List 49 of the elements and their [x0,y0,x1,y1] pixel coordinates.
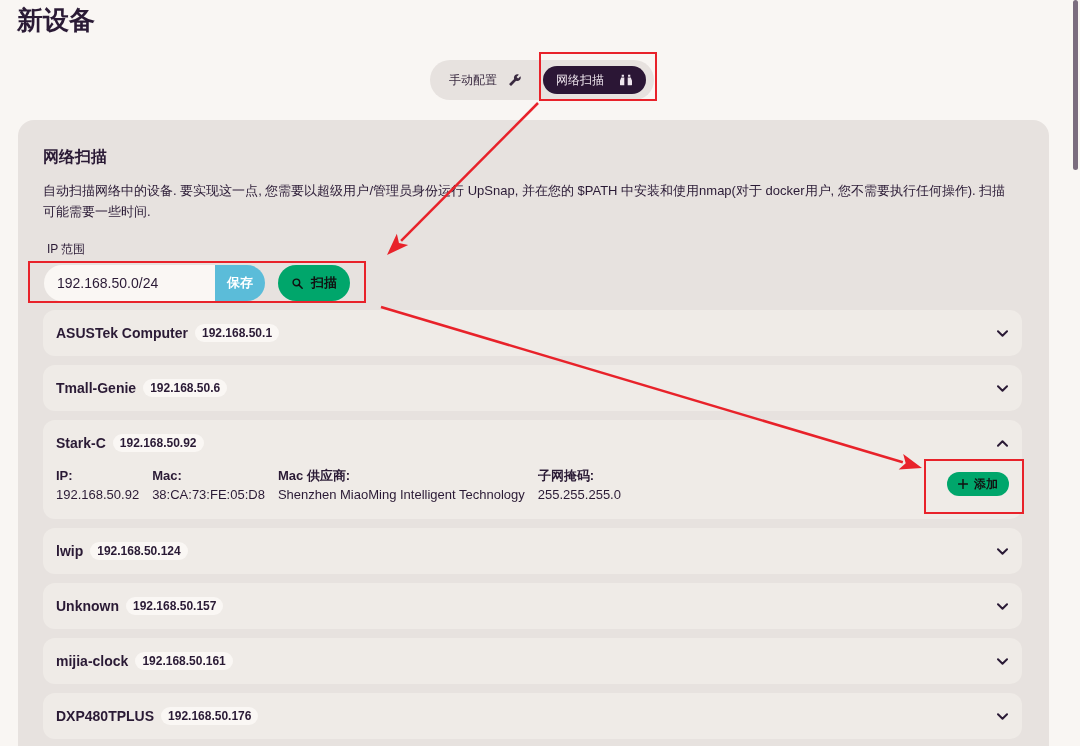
wrench-icon [509,74,521,86]
detail-label: Mac 供应商: [277,467,352,485]
chevron-down-icon[interactable] [997,657,1008,665]
scrollbar-thumb[interactable] [1073,0,1078,170]
ip-address-tag: 192.168.50.1 [195,324,280,342]
device-name: DXP480TPLUS [56,708,155,724]
chevron-down-icon[interactable] [997,384,1008,392]
detail-value: 192.168.50.92 [56,486,140,504]
device-name: mijia-clock [56,653,129,669]
ip-address-tag: 192.168.50.161 [135,652,233,670]
chevron-down-icon[interactable] [997,712,1008,720]
detail-value: Shenzhen MiaoMing Intelligent Technology [277,486,525,504]
ip-range-field[interactable]: 192.168.50.0/24 [44,265,215,301]
chevron-up-icon[interactable] [997,439,1008,447]
add-button[interactable]: 添加 [947,472,1009,496]
device-name: Tmall-Genie [56,380,137,396]
device-item[interactable]: Stark-C 192.168.50.92 IP: 192.168.50.92 Mac: 38:CA:73:FE:05:D8 Mac 供应商: Shenzhen MiaoMing Intelligent Technology 子网掩码: 255.255.255.0 添加 [43,420,1022,519]
search-icon [292,277,303,289]
scan-button[interactable]: 扫描 [278,265,350,301]
detail-label: 子网掩码: [537,467,596,485]
device-item[interactable]: Tmall-Genie 192.168.50.6 [43,365,1022,411]
mode-tab[interactable]: 手动配置 [436,66,529,94]
ip-address-tag: 192.168.50.124 [90,542,188,560]
panel-title: 网络扫描 [43,147,108,167]
mode-tab[interactable]: 网络扫描 [543,66,646,94]
ip-address-tag: 192.168.50.176 [161,707,259,725]
plus-icon [958,479,968,489]
device-name: ASUSTek Computer [56,325,188,341]
device-name: Stark-C [56,435,106,451]
field-label: IP 范围 [47,241,86,257]
chevron-down-icon[interactable] [997,602,1008,610]
device-item[interactable]: DXP480TPLUS 192.168.50.176 [43,693,1022,739]
ip-address-tag: 192.168.50.6 [143,379,228,397]
detail-value: 255.255.255.0 [537,486,621,504]
binoculars-icon [620,74,632,86]
chevron-down-icon[interactable] [997,329,1008,337]
chevron-down-icon[interactable] [997,547,1008,555]
page-title: 新设备 [16,4,96,36]
detail-label: IP: [56,467,74,485]
device-item[interactable]: mijia-clock 192.168.50.161 [43,638,1022,684]
device-name: Unknown [56,598,119,614]
device-item[interactable]: ASUSTek Computer 192.168.50.1 [43,310,1022,356]
detail-label: Mac: [152,467,183,485]
ip-address-tag: 192.168.50.157 [126,597,224,615]
device-name: lwip [56,543,84,559]
ip-address-tag: 192.168.50.92 [112,434,204,452]
detail-value: 38:CA:73:FE:05:D8 [152,486,265,504]
device-item[interactable]: Unknown 192.168.50.157 [43,583,1022,629]
device-item[interactable]: lwip 192.168.50.124 [43,528,1022,574]
